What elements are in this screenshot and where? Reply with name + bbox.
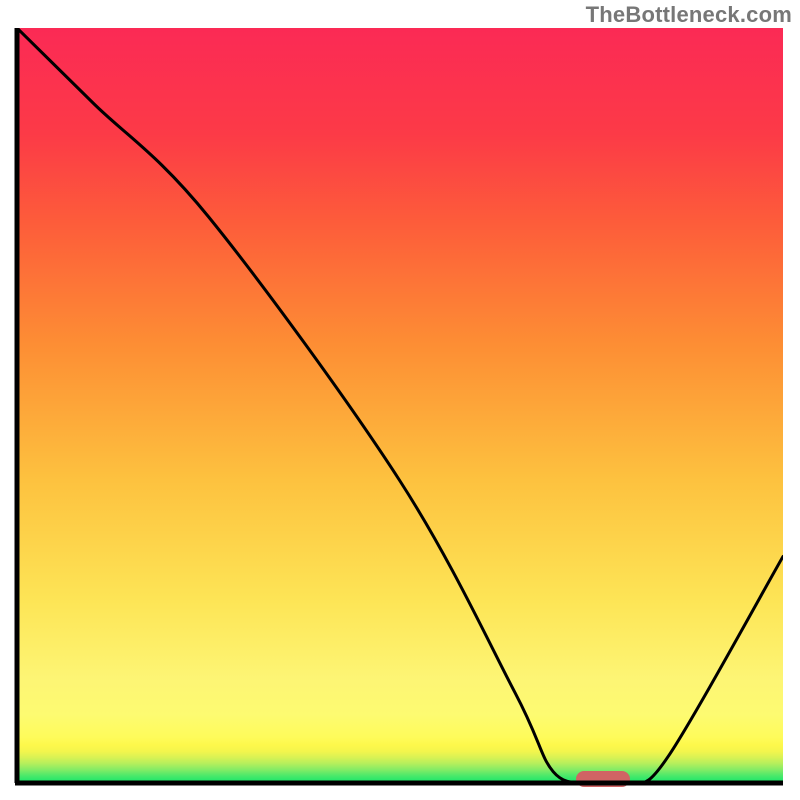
axes-frame xyxy=(0,0,800,800)
chart-container: TheBottleneck.com xyxy=(0,0,800,800)
